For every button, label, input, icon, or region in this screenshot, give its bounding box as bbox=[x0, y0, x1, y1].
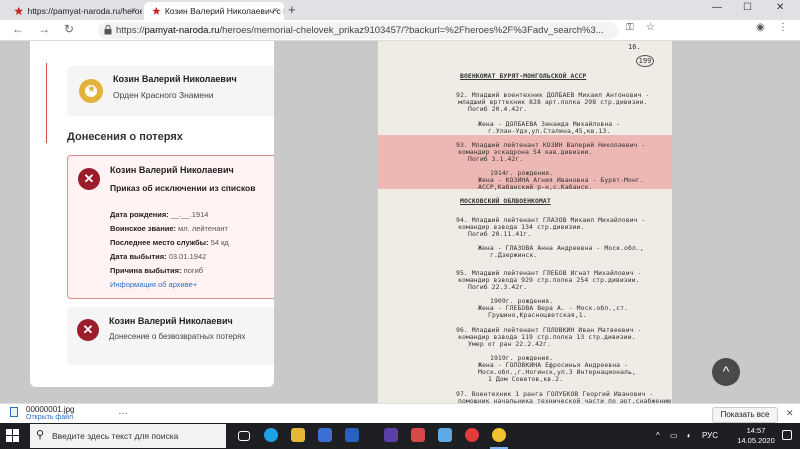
menu-icon[interactable]: ⋮ bbox=[778, 22, 788, 33]
key-icon[interactable]: ⚿ bbox=[626, 22, 634, 33]
award-person-name: Козин Валерий Николаевич bbox=[113, 74, 237, 84]
file-icon bbox=[10, 407, 18, 417]
taskbar-clock[interactable]: 14:57 14.05.2020 bbox=[736, 426, 776, 446]
tray-up-icon[interactable]: ^ bbox=[656, 431, 660, 440]
document-line: Умер от ран 22.2.42г. bbox=[468, 340, 551, 348]
field-rank: Воинское звание: мл. лейтенант bbox=[110, 224, 228, 233]
download-filename[interactable]: 00000001.jpg bbox=[26, 405, 75, 414]
field-departure-reason: Причина выбытия: погиб bbox=[110, 266, 204, 275]
tab-close-icon[interactable]: × bbox=[131, 5, 136, 15]
star-icon bbox=[152, 7, 161, 15]
chrome-icon[interactable] bbox=[492, 428, 506, 442]
show-all-button[interactable]: Показать все bbox=[712, 407, 778, 423]
bookmark-star-icon[interactable]: ☆ bbox=[646, 22, 655, 33]
app-icon-2[interactable] bbox=[411, 428, 425, 442]
notification-icon[interactable] bbox=[782, 430, 792, 440]
task-view-icon[interactable] bbox=[238, 431, 250, 441]
scroll-top-button[interactable]: ^ bbox=[712, 358, 740, 386]
document-line: Погиб 22.3.42г. bbox=[468, 283, 528, 291]
document-heading: МОСКОВСКИЙ ОБЛВОЕНКОМАТ bbox=[460, 197, 551, 205]
back-button[interactable]: ← bbox=[12, 22, 24, 36]
document-line: Погиб 20.11.41г. bbox=[468, 230, 532, 238]
cross-icon: ✕ bbox=[78, 168, 100, 190]
losses-section-title: Донесения о потерях bbox=[67, 131, 183, 143]
search-icon: ⚲ bbox=[36, 429, 45, 441]
forward-button[interactable]: → bbox=[38, 22, 50, 36]
app-icon-1[interactable] bbox=[384, 428, 398, 442]
taskbar-search[interactable]: ⚲ Введите здесь текст для поиска bbox=[30, 424, 226, 448]
archive-info-link[interactable]: Информация об архиве+ bbox=[110, 280, 197, 289]
tray-language[interactable]: РУС bbox=[702, 431, 718, 440]
star-icon bbox=[14, 6, 24, 16]
loss-doc-type: Приказ об исключении из списков bbox=[110, 183, 256, 193]
open-file-link[interactable]: Открыть файл bbox=[26, 414, 73, 421]
archive-stamp: 199 bbox=[636, 55, 654, 67]
report-card[interactable]: ✕ Козин Валерий Николаевич Донесение о б… bbox=[67, 307, 274, 365]
tab-kozin[interactable]: Козин Валерий Николаевич с Пам × bbox=[144, 2, 284, 20]
document-line: Погиб 20.4.42г. bbox=[468, 105, 528, 113]
document-line: г.Улан-Удэ,ул.Сталина,45,кв.13. bbox=[488, 127, 611, 135]
tab-title: https://pamyat-naroda.ru/heroes bbox=[27, 6, 142, 16]
clock-time: 14:57 bbox=[746, 426, 766, 435]
tab-close-icon[interactable]: × bbox=[273, 5, 278, 15]
address-bar[interactable]: https://pamyat-naroda.ru/heroes/memorial… bbox=[98, 22, 618, 39]
clock-date: 14.05.2020 bbox=[737, 436, 775, 445]
document-line: Погиб 3.1.42г. bbox=[468, 155, 524, 163]
close-window-button[interactable]: ✕ bbox=[776, 2, 784, 13]
download-more-button[interactable]: … bbox=[118, 406, 128, 417]
lock-icon bbox=[104, 25, 112, 35]
page-content: ★ Козин Валерий Николаевич Орден Красног… bbox=[0, 41, 800, 403]
field-last-service: Последнее место службы: 54 кд bbox=[110, 238, 229, 247]
url-scheme: https:// bbox=[116, 25, 145, 36]
search-placeholder: Введите здесь текст для поиска bbox=[52, 431, 179, 441]
app-icon-4[interactable] bbox=[465, 428, 479, 442]
field-departure-date: Дата выбытия: 03.01.1942 bbox=[110, 252, 207, 261]
field-birth-date: Дата рождения: __.__.1914 bbox=[110, 210, 209, 219]
award-title: Орден Красного Знамени bbox=[113, 90, 214, 100]
volume-icon[interactable]: ◖ bbox=[686, 431, 691, 440]
tab-bar: https://pamyat-naroda.ru/heroes × Козин … bbox=[0, 0, 800, 20]
order-medal-icon: ★ bbox=[79, 79, 103, 103]
url-host: pamyat-naroda.ru bbox=[144, 25, 220, 36]
document-scan: 16. 199 ВОЕНКОМАТ БУРЯТ-МОНГОЛЬСКОЙ АССР… bbox=[378, 41, 672, 403]
mail-icon[interactable] bbox=[345, 428, 359, 442]
maximize-button[interactable]: ☐ bbox=[743, 2, 752, 13]
download-bar: 00000001.jpg Открыть файл … Показать все… bbox=[0, 403, 800, 423]
new-tab-button[interactable]: + bbox=[288, 2, 296, 17]
file-explorer-icon[interactable] bbox=[291, 428, 305, 442]
timeline-line bbox=[46, 63, 47, 143]
download-bar-close[interactable]: ✕ bbox=[786, 408, 794, 419]
store-icon[interactable] bbox=[318, 428, 332, 442]
edge-icon[interactable] bbox=[264, 428, 278, 442]
document-heading: ВОЕНКОМАТ БУРЯТ-МОНГОЛЬСКОЙ АССР bbox=[460, 72, 587, 80]
reload-button[interactable]: ↻ bbox=[64, 22, 74, 36]
report-person-name: Козин Валерий Николаевич bbox=[109, 316, 233, 326]
cross-icon: ✕ bbox=[77, 319, 99, 341]
tab-title: Козин Валерий Николаевич с Пам bbox=[164, 6, 284, 16]
profile-icon[interactable]: ◉ bbox=[756, 22, 765, 33]
document-line: г.Дзержинск. bbox=[490, 251, 538, 259]
url-text: https://pamyat-naroda.ru/heroes/memorial… bbox=[116, 25, 604, 36]
award-card[interactable]: ★ Козин Валерий Николаевич Орден Красног… bbox=[67, 66, 274, 116]
taskbar: ⚲ Введите здесь текст для поиска ^ ▭ ◖ Р… bbox=[0, 423, 800, 449]
document-line: Грушино,Красноцветская,1. bbox=[488, 311, 587, 319]
windows-start-icon[interactable] bbox=[6, 429, 20, 443]
person-panel: ★ Козин Валерий Николаевич Орден Красног… bbox=[30, 41, 274, 387]
document-line: 1 Дом Советов,кв.2. bbox=[488, 375, 564, 383]
app-icon-3[interactable] bbox=[438, 428, 452, 442]
loss-person-name: Козин Валерий Николаевич bbox=[110, 165, 234, 175]
document-line: АССР,Кабанский р-н,с.Кабанск. bbox=[478, 183, 593, 191]
report-doc-type: Донесение о безвозвратных потерях bbox=[109, 332, 246, 341]
url-path: /heroes/memorial-chelovek_prikaz9103457/… bbox=[219, 25, 604, 36]
minimize-button[interactable]: — bbox=[712, 2, 722, 13]
loss-card-active[interactable]: ✕ Козин Валерий Николаевич Приказ об иск… bbox=[67, 155, 274, 299]
network-icon[interactable]: ▭ bbox=[670, 431, 678, 440]
tab-heroes[interactable]: https://pamyat-naroda.ru/heroes × bbox=[6, 2, 142, 20]
page-number: 16. bbox=[628, 43, 641, 51]
navigation-bar: ← → ↻ https://pamyat-naroda.ru/heroes/me… bbox=[0, 20, 800, 41]
